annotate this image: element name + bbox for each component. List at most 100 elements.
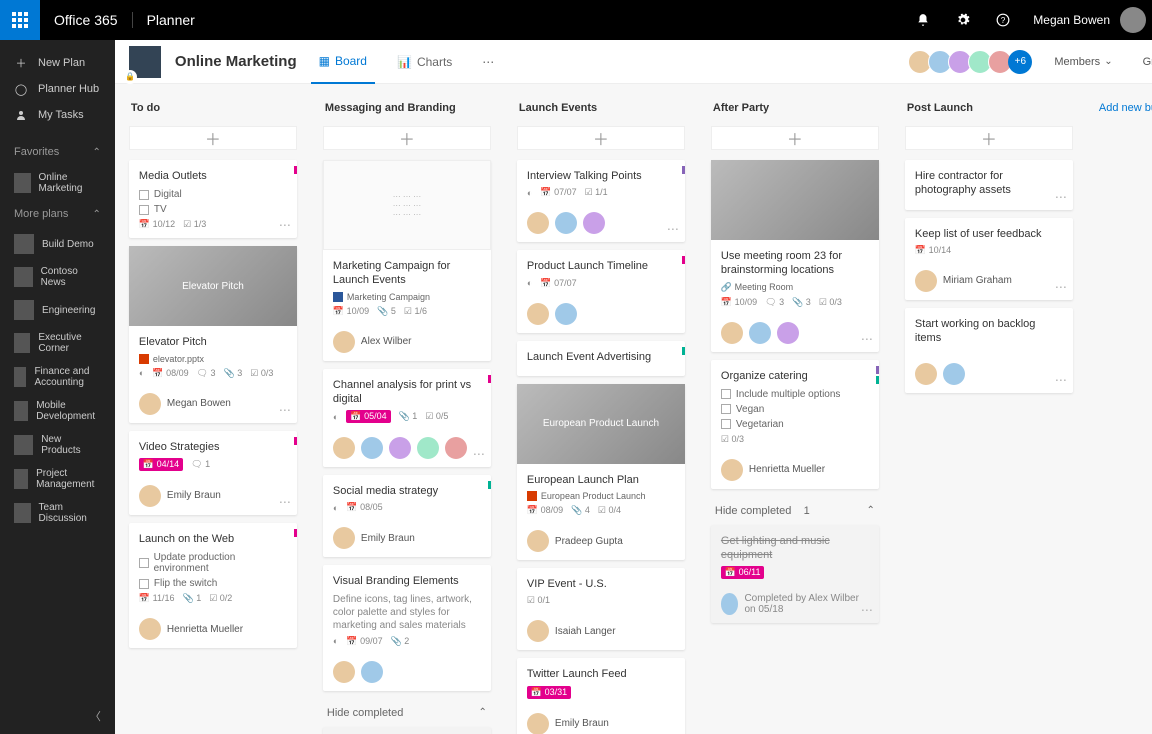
person-icon	[14, 108, 28, 122]
card-meta: ☑ 0/3	[721, 434, 869, 445]
card-menu-button[interactable]: ⋯	[279, 218, 291, 232]
checklist-item[interactable]: Vegetarian	[721, 417, 869, 432]
bucket-title[interactable]: Post Launch	[905, 98, 1073, 118]
planner-hub-link[interactable]: ◯ Planner Hub	[0, 76, 115, 102]
tab-board[interactable]: ▦ Board	[311, 40, 375, 84]
sidebar-plan-item[interactable]: Mobile Development	[0, 394, 115, 428]
task-card[interactable]: Product Launch Timeline◐📅 07/07	[517, 250, 685, 332]
sidebar-plan-item[interactable]: Project Management	[0, 462, 115, 496]
sidebar-plan-item[interactable]: Build Demo	[0, 228, 115, 260]
collapse-nav-button[interactable]: 〈	[0, 698, 115, 734]
hide-completed-toggle[interactable]: Hide completed 1⌃	[711, 497, 879, 525]
sidebar-plan-item[interactable]: New Products	[0, 428, 115, 462]
task-card[interactable]: Elevator PitchElevator Pitchelevator.ppt…	[129, 246, 297, 422]
task-card[interactable]: Start working on backlog items ⋯	[905, 308, 1073, 394]
card-menu-button[interactable]: ⋯	[861, 603, 873, 617]
task-card[interactable]: Channel analysis for print vs digital◐📅 …	[323, 369, 491, 468]
add-task-button[interactable]: ＋	[711, 126, 879, 150]
settings-icon[interactable]	[943, 0, 983, 40]
bucket-title[interactable]: To do	[129, 98, 297, 118]
link-attachment[interactable]: 🔗 Meeting Room	[721, 282, 869, 293]
checklist-item[interactable]: TV	[139, 202, 287, 217]
help-icon[interactable]: ?	[983, 0, 1023, 40]
card-menu-button[interactable]: ⋯	[667, 222, 679, 236]
checklist-item[interactable]: Update production environment	[139, 550, 287, 576]
app-launcher-icon[interactable]	[0, 0, 40, 40]
task-card[interactable]: Twitter Launch Feed📅 03/31Emily Braun	[517, 658, 685, 734]
task-card[interactable]: Interview Talking Points◐📅 07/07☑ 1/1⋯	[517, 160, 685, 242]
favorites-section[interactable]: Favorites ⌃	[0, 138, 115, 166]
task-card[interactable]: Keep list of user feedback📅 10/14Miriam …	[905, 218, 1073, 300]
sidebar-plan-item[interactable]: Team Discussion	[0, 496, 115, 530]
task-card[interactable]: Social media strategy◐📅 08/05Emily Braun	[323, 475, 491, 557]
more-actions-button[interactable]: ⋯	[474, 40, 502, 84]
plus-icon: ＋	[981, 126, 997, 150]
task-card[interactable]: Visual Branding ElementsDefine icons, ta…	[323, 565, 491, 690]
task-card[interactable]: Video Strategies📅 04/14🗨 1Emily Braun⋯	[129, 431, 297, 515]
card-menu-button[interactable]: ⋯	[1055, 280, 1067, 294]
sidebar-plan-item[interactable]: Contoso News	[0, 260, 115, 294]
card-menu-button[interactable]: ⋯	[279, 495, 291, 509]
date-meta: 📅 08/09	[527, 505, 563, 516]
card-menu-button[interactable]: ⋯	[1055, 373, 1067, 387]
task-card[interactable]: Launch Event Advertising	[517, 341, 685, 376]
completed-task-card[interactable]: Get lighting and music equipment📅 06/11C…	[711, 525, 879, 624]
add-task-button[interactable]: ＋	[129, 126, 297, 150]
date-meta: 📅 10/14	[915, 245, 951, 256]
more-plans-section[interactable]: More plans ⌃	[0, 200, 115, 228]
add-bucket-button[interactable]: Add new bu	[1099, 98, 1152, 118]
new-plan-button[interactable]: ＋ New Plan	[0, 50, 115, 76]
attachment-meta: 📎 3	[792, 297, 811, 308]
board-scroll[interactable]: To do ＋ Media OutletsDigitalTV📅 10/12☑ 1/3…	[115, 84, 1152, 734]
attachment-link[interactable]: elevator.pptx	[139, 354, 287, 364]
task-card[interactable]: Launch on the WebUpdate production envir…	[129, 523, 297, 648]
plan-thumb-icon	[14, 333, 30, 353]
bucket-title[interactable]: Messaging and Branding	[323, 98, 491, 118]
card-menu-button[interactable]: ⋯	[473, 447, 485, 461]
card-doc-preview: ··· ··· ······ ··· ······ ··· ···	[323, 160, 491, 250]
bucket-column: After Party ＋ Use meeting room 23 for brai…	[711, 98, 879, 734]
attachment-link[interactable]: Marketing Campaign	[333, 292, 481, 302]
hide-completed-toggle[interactable]: Hide completed⌃	[323, 699, 491, 727]
sidebar-plan-item[interactable]: Executive Corner	[0, 326, 115, 360]
plus-icon: ＋	[205, 126, 221, 150]
member-stack[interactable]: +6	[912, 50, 1032, 74]
card-menu-button[interactable]: ⋯	[279, 403, 291, 417]
checklist-item[interactable]: Include multiple options	[721, 387, 869, 402]
bucket-title[interactable]: After Party	[711, 98, 879, 118]
card-title: Start working on backlog items	[915, 317, 1063, 346]
checklist-item[interactable]: Flip the switch	[139, 576, 287, 591]
tab-charts[interactable]: 📊 Charts	[389, 40, 460, 84]
members-dropdown[interactable]: Members ⌄	[1046, 56, 1120, 68]
task-card[interactable]: Organize cateringInclude multiple option…	[711, 360, 879, 489]
assignee-avatar	[721, 322, 743, 344]
progress-icon: ◐	[139, 368, 144, 378]
user-avatar[interactable]	[1120, 7, 1146, 33]
my-tasks-link[interactable]: My Tasks	[0, 102, 115, 128]
group-by-dropdown[interactable]: Group by Bucket ⌄	[1135, 56, 1152, 68]
card-assignee: Isaiah Langer	[517, 614, 685, 650]
attachment-link[interactable]: European Product Launch	[527, 491, 675, 501]
add-task-button[interactable]: ＋	[905, 126, 1073, 150]
checklist-item[interactable]: Digital	[139, 187, 287, 202]
task-card[interactable]: European Product LaunchEuropean Launch P…	[517, 384, 685, 560]
task-card[interactable]: Media OutletsDigitalTV📅 10/12☑ 1/3⋯	[129, 160, 297, 238]
completed-task-card[interactable]: Social Media Concepts📅 12/20/2016Complet…	[323, 727, 491, 734]
task-card[interactable]: Use meeting room 23 for brainstorming lo…	[711, 160, 879, 352]
task-card[interactable]: ··· ··· ······ ··· ······ ··· ··· Marketi…	[323, 160, 491, 361]
add-task-button[interactable]: ＋	[517, 126, 685, 150]
task-card[interactable]: Hire contractor for photography assets⋯	[905, 160, 1073, 210]
card-menu-button[interactable]: ⋯	[861, 332, 873, 346]
more-members-badge[interactable]: +6	[1008, 50, 1032, 74]
card-menu-button[interactable]: ⋯	[1055, 190, 1067, 204]
assignee-avatar	[527, 620, 549, 642]
checklist-item[interactable]: Vegan	[721, 402, 869, 417]
sidebar-plan-item[interactable]: Engineering	[0, 294, 115, 326]
notifications-icon[interactable]	[903, 0, 943, 40]
fav-plan-online-marketing[interactable]: Online Marketing	[0, 166, 115, 200]
sidebar-plan-item[interactable]: Finance and Accounting	[0, 360, 115, 394]
bucket-title[interactable]: Launch Events	[517, 98, 685, 118]
add-task-button[interactable]: ＋	[323, 126, 491, 150]
task-card[interactable]: VIP Event - U.S.☑ 0/1Isaiah Langer	[517, 568, 685, 650]
attachment-meta: 📎 2	[391, 636, 410, 647]
